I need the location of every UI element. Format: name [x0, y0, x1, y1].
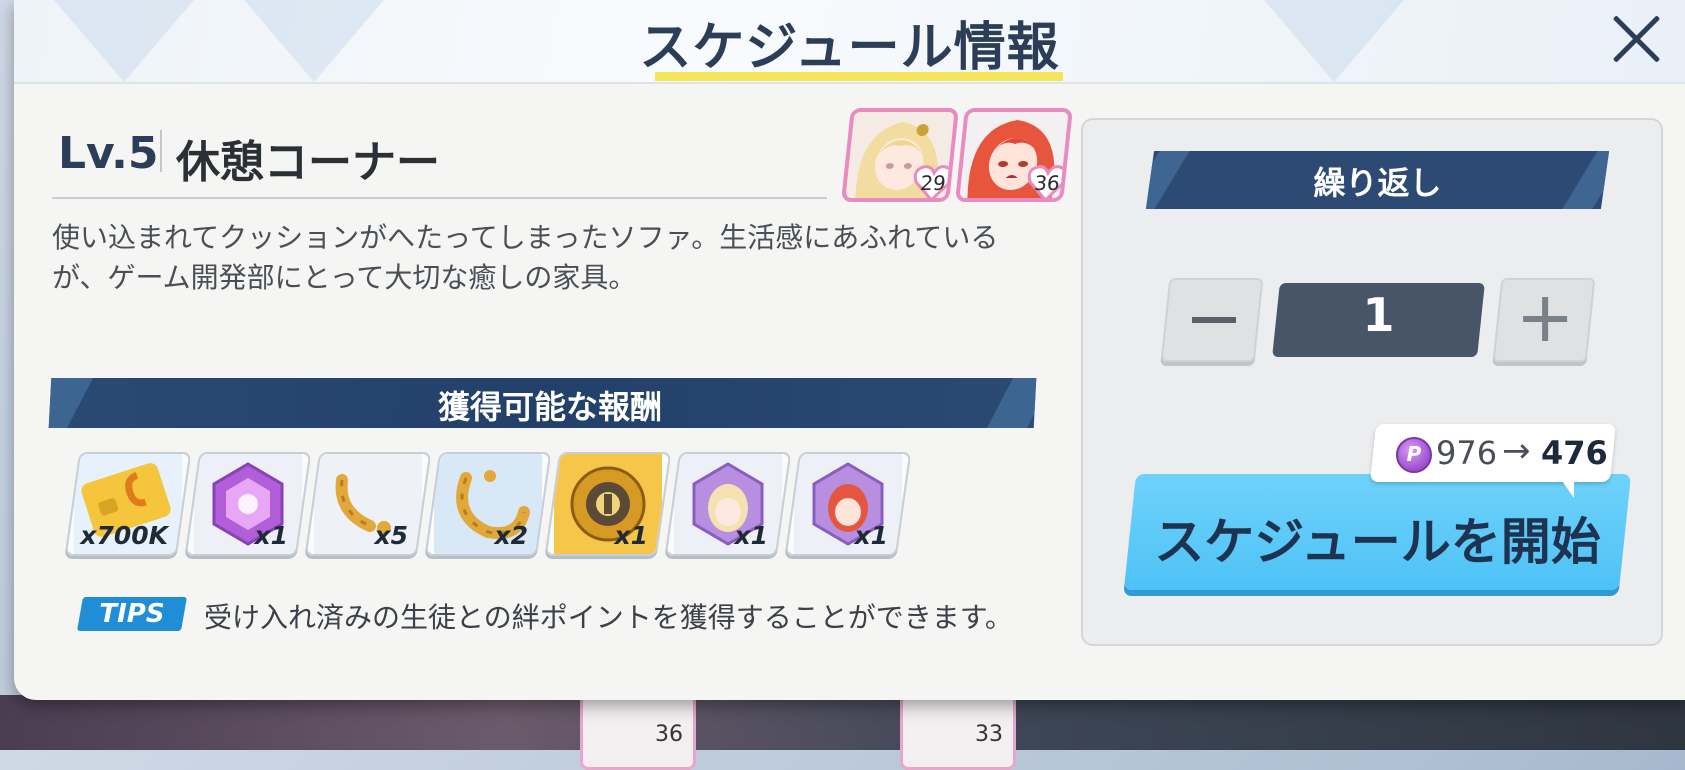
reward-item[interactable]: x700K [64, 452, 192, 556]
minus-icon [1192, 317, 1236, 323]
reward-item[interactable]: x5 [304, 452, 432, 556]
student-portrait[interactable]: 36 [955, 108, 1073, 202]
reward-quantity: x700K [80, 521, 168, 550]
close-icon[interactable] [1607, 10, 1665, 68]
location-level: Lv.5 [58, 128, 159, 179]
reward-quantity: x2 [494, 521, 528, 550]
background-student-card: 36 [580, 694, 696, 770]
background-card-value: 33 [975, 722, 1003, 747]
plus-icon [1523, 316, 1568, 322]
title-divider [160, 130, 162, 172]
reward-quantity: x1 [254, 521, 288, 550]
bond-heart-icon: 36 [1025, 164, 1069, 202]
reward-item[interactable]: x1 [544, 452, 672, 556]
title-underline [655, 72, 1063, 81]
cost-current: 976 [1436, 434, 1498, 472]
tips-label: TIPS [99, 599, 165, 629]
cost-arrow-icon: → [1502, 431, 1531, 471]
decrement-button[interactable] [1160, 278, 1264, 362]
modal-title: スケジュール情報 [639, 18, 1060, 78]
cost-after: 476 [1541, 434, 1608, 472]
reward-item[interactable]: x2 [424, 452, 552, 556]
tips-message: 受け入れ済みの生徒との絆ポイントを獲得することができます。 [204, 601, 1013, 634]
reward-item[interactable]: x1 [184, 452, 312, 556]
background-scene [0, 695, 1685, 750]
location-name: 休憩コーナー [176, 137, 440, 188]
location-description: 使い込まれてクッションがへたってしまったソファ。生活感にあふれているが、ゲーム開… [52, 221, 999, 294]
reward-quantity: x1 [734, 521, 768, 550]
rewards-title: 獲得可能な報酬 [437, 388, 662, 426]
background-card-value: 36 [655, 722, 683, 747]
background-student-card: 33 [900, 694, 1016, 770]
bond-level: 36 [1033, 171, 1062, 195]
increment-button[interactable] [1492, 278, 1596, 362]
currency-symbol: P [1406, 442, 1422, 466]
reward-item[interactable]: x1 [784, 452, 912, 556]
reward-quantity: x5 [374, 521, 408, 550]
reward-quantity: x1 [854, 521, 888, 550]
repeat-title: 繰り返し [1313, 164, 1442, 202]
repeat-count: 1 [1362, 288, 1395, 342]
reward-item[interactable]: x1 [664, 452, 792, 556]
bond-heart-icon: 29 [911, 164, 955, 202]
reward-quantity: x1 [614, 521, 648, 550]
activity-point-icon: P [1396, 437, 1432, 473]
cost-tooltip-tail [1560, 478, 1574, 498]
start-schedule-label: スケジュールを開始 [1154, 513, 1601, 571]
modal-header: スケジュール情報 [14, 0, 1685, 84]
title-rule [52, 197, 827, 199]
bond-level: 29 [919, 171, 948, 195]
student-portrait[interactable]: 29 [841, 108, 959, 202]
